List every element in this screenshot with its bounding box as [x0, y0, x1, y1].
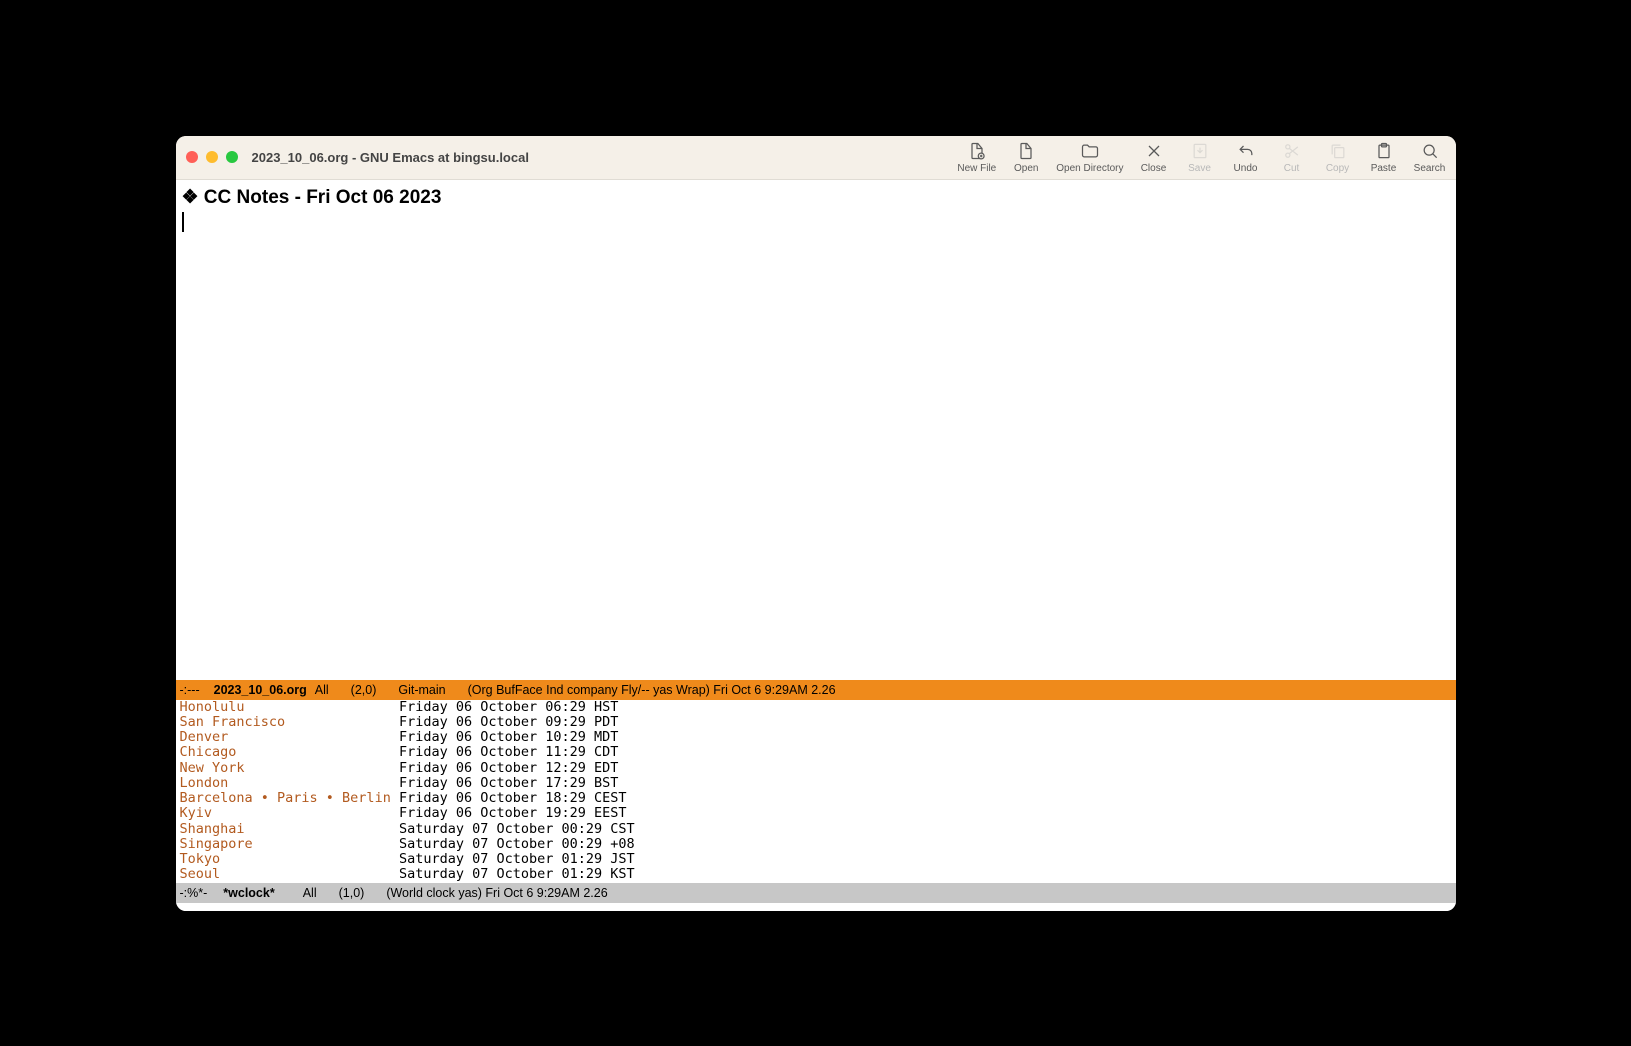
world-clock-city: Singapore — [180, 836, 253, 852]
world-clock-city: London — [180, 775, 229, 791]
world-clock-row: Chicago Friday 06 October 11:29 CDT — [180, 745, 1452, 760]
undo-button[interactable]: Undo — [1230, 141, 1262, 174]
undo-icon — [1236, 141, 1256, 161]
save-label: Save — [1188, 163, 1211, 174]
minimize-window-button[interactable] — [206, 151, 218, 163]
paste-label: Paste — [1371, 163, 1397, 174]
scissors-icon — [1282, 141, 1302, 161]
close-button[interactable]: Close — [1138, 141, 1170, 174]
minibuffer[interactable] — [176, 903, 1456, 911]
paste-button[interactable]: Paste — [1368, 141, 1400, 174]
open-label: Open — [1014, 163, 1038, 174]
modeline-bottom[interactable]: -:%*- *wclock* All (1,0) (World clock ya… — [176, 883, 1456, 903]
world-clock-time: Saturday 07 October 00:29 CST — [399, 821, 635, 837]
world-clock-city: Tokyo — [180, 851, 221, 867]
zoom-window-button[interactable] — [226, 151, 238, 163]
toolbar: New File Open Open Directory Close Save … — [957, 141, 1445, 174]
search-button[interactable]: Search — [1414, 141, 1446, 174]
copy-label: Copy — [1326, 163, 1349, 174]
world-clock-city: San Francisco — [180, 714, 286, 730]
world-clock-time: Friday 06 October 17:29 BST — [399, 775, 618, 791]
world-clock-time: Friday 06 October 10:29 MDT — [399, 729, 618, 745]
cut-label: Cut — [1284, 163, 1300, 174]
new-file-label: New File — [957, 163, 996, 174]
modeline-position: All — [315, 683, 329, 697]
world-clock-time: Saturday 07 October 01:29 JST — [399, 851, 635, 867]
world-clock-row: London Friday 06 October 17:29 BST — [180, 776, 1452, 791]
world-clock-buffer[interactable]: Honolulu Friday 06 October 06:29 HSTSan … — [176, 700, 1456, 883]
world-clock-time: Friday 06 October 12:29 EDT — [399, 760, 618, 776]
search-icon — [1420, 141, 1440, 161]
new-file-icon — [967, 141, 987, 161]
emacs-window: 2023_10_06.org - GNU Emacs at bingsu.loc… — [176, 136, 1456, 911]
world-clock-city: Barcelona • Paris • Berlin — [180, 790, 391, 806]
open-button[interactable]: Open — [1010, 141, 1042, 174]
world-clock-row: New York Friday 06 October 12:29 EDT — [180, 761, 1452, 776]
modeline-rowcol: (2,0) — [351, 683, 377, 697]
copy-icon — [1328, 141, 1348, 161]
world-clock-city: New York — [180, 760, 245, 776]
close-icon — [1144, 141, 1164, 161]
world-clock-city: Chicago — [180, 744, 237, 760]
world-clock-city: Seoul — [180, 866, 221, 882]
copy-button[interactable]: Copy — [1322, 141, 1354, 174]
modeline-modes: (Org BufFace Ind company Fly/-- yas Wrap… — [468, 683, 836, 697]
modeline-prefix: -:%*- — [180, 886, 208, 900]
close-window-button[interactable] — [186, 151, 198, 163]
world-clock-row: Honolulu Friday 06 October 06:29 HST — [180, 700, 1452, 715]
world-clock-city: Kyiv — [180, 805, 213, 821]
text-cursor — [182, 212, 184, 232]
world-clock-row: Seoul Saturday 07 October 01:29 KST — [180, 867, 1452, 882]
world-clock-city: Denver — [180, 729, 229, 745]
folder-icon — [1080, 141, 1100, 161]
world-clock-time: Saturday 07 October 00:29 +08 — [399, 836, 635, 852]
world-clock-time: Friday 06 October 11:29 CDT — [399, 744, 618, 760]
open-directory-label: Open Directory — [1056, 163, 1123, 174]
modeline-rowcol: (1,0) — [339, 886, 365, 900]
world-clock-time: Friday 06 October 19:29 EEST — [399, 805, 627, 821]
modeline-top[interactable]: -:--- 2023_10_06.org All (2,0) Git-main … — [176, 680, 1456, 700]
world-clock-row: Tokyo Saturday 07 October 01:29 JST — [180, 852, 1452, 867]
org-headline: ❖ CC Notes - Fri Oct 06 2023 — [182, 186, 1450, 209]
open-directory-button[interactable]: Open Directory — [1056, 141, 1123, 174]
save-icon — [1190, 141, 1210, 161]
world-clock-time: Friday 06 October 18:29 CEST — [399, 790, 627, 806]
modeline-modes: (World clock yas) Fri Oct 6 9:29AM 2.26 — [386, 886, 607, 900]
world-clock-time: Friday 06 October 09:29 PDT — [399, 714, 618, 730]
world-clock-row: Kyiv Friday 06 October 19:29 EEST — [180, 806, 1452, 821]
paste-icon — [1374, 141, 1394, 161]
world-clock-row: Barcelona • Paris • Berlin Friday 06 Oct… — [180, 791, 1452, 806]
traffic-lights — [186, 151, 238, 163]
search-label: Search — [1414, 163, 1446, 174]
file-icon — [1016, 141, 1036, 161]
undo-label: Undo — [1234, 163, 1258, 174]
titlebar: 2023_10_06.org - GNU Emacs at bingsu.loc… — [176, 136, 1456, 180]
new-file-button[interactable]: New File — [957, 141, 996, 174]
cut-button[interactable]: Cut — [1276, 141, 1308, 174]
world-clock-city: Shanghai — [180, 821, 245, 837]
world-clock-city: Honolulu — [180, 699, 245, 715]
close-label: Close — [1141, 163, 1167, 174]
save-button[interactable]: Save — [1184, 141, 1216, 174]
world-clock-time: Friday 06 October 06:29 HST — [399, 699, 618, 715]
world-clock-row: Shanghai Saturday 07 October 00:29 CST — [180, 822, 1452, 837]
world-clock-row: Singapore Saturday 07 October 00:29 +08 — [180, 837, 1452, 852]
world-clock-time: Saturday 07 October 01:29 KST — [399, 866, 635, 882]
modeline-prefix: -:--- — [180, 683, 200, 697]
window-title: 2023_10_06.org - GNU Emacs at bingsu.loc… — [252, 150, 529, 165]
modeline-vc: Git-main — [398, 683, 445, 697]
modeline-buffer-name: 2023_10_06.org — [214, 683, 307, 697]
world-clock-row: Denver Friday 06 October 10:29 MDT — [180, 730, 1452, 745]
modeline-position: All — [303, 886, 317, 900]
world-clock-row: San Francisco Friday 06 October 09:29 PD… — [180, 715, 1452, 730]
modeline-buffer-name: *wclock* — [223, 886, 274, 900]
editor-buffer[interactable]: ❖ CC Notes - Fri Oct 06 2023 — [176, 180, 1456, 680]
